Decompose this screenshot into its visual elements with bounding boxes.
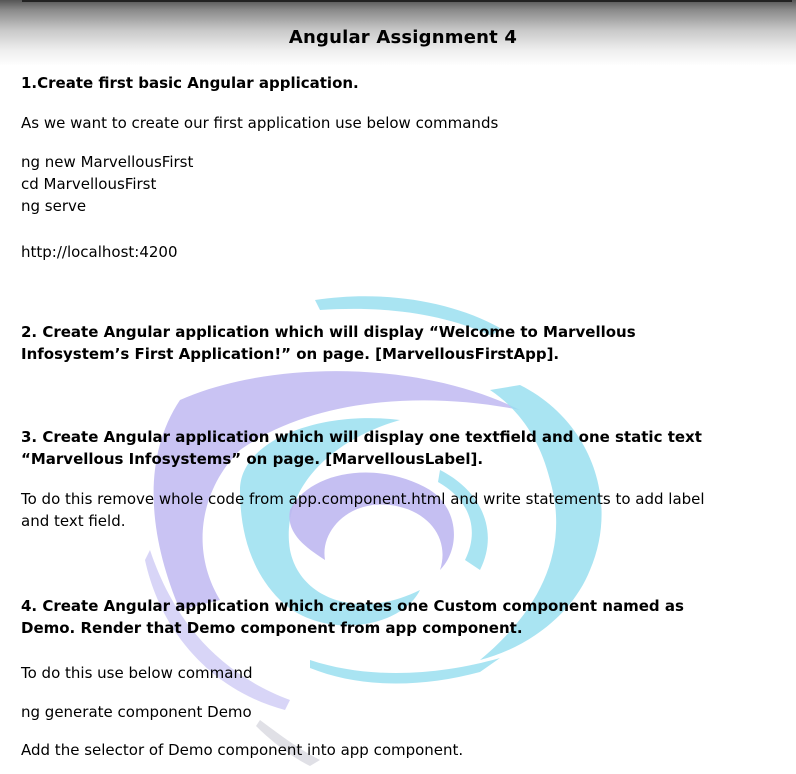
q2-heading-line-2: Infosystem’s First Application!” on page… xyxy=(21,345,560,363)
q2-heading-line-1: 2. Create Angular application which will… xyxy=(21,323,636,341)
command-line: ng serve xyxy=(21,197,87,215)
q1-intro: As we want to create our first applicati… xyxy=(21,114,499,132)
q4-heading-line-1: 4. Create Angular application which crea… xyxy=(21,597,684,615)
q3-heading: 3. Create Angular application which will… xyxy=(21,426,702,470)
q4-heading: 4. Create Angular application which crea… xyxy=(21,595,684,639)
q4-heading-line-2: Demo. Render that Demo component from ap… xyxy=(21,619,523,637)
q3-body-line-2: and text field. xyxy=(21,512,126,530)
q3-body-line-1: To do this remove whole code from app.co… xyxy=(21,490,705,508)
document-content: Angular Assignment 4 1.Create first basi… xyxy=(0,0,796,774)
q4-body-2: Add the selector of Demo component into … xyxy=(21,741,464,759)
page-title: Angular Assignment 4 xyxy=(288,27,518,48)
q3-heading-line-2: “Marvellous Infosystems” on page. [Marve… xyxy=(21,450,484,468)
q2-heading: 2. Create Angular application which will… xyxy=(21,321,636,365)
command-line: cd MarvellousFirst xyxy=(21,175,157,193)
q1-url: http://localhost:4200 xyxy=(21,243,178,261)
q3-heading-line-1: 3. Create Angular application which will… xyxy=(21,428,702,446)
command-line: ng new MarvellousFirst xyxy=(21,153,194,171)
q4-body-1: To do this use below command xyxy=(21,664,253,682)
q1-heading: 1.Create first basic Angular application… xyxy=(21,74,359,92)
q1-commands: ng new MarvellousFirst cd MarvellousFirs… xyxy=(21,151,193,217)
document-page: Angular Assignment 4 1.Create first basi… xyxy=(0,0,796,774)
q3-body: To do this remove whole code from app.co… xyxy=(21,488,705,532)
q4-command: ng generate component Demo xyxy=(21,703,252,721)
